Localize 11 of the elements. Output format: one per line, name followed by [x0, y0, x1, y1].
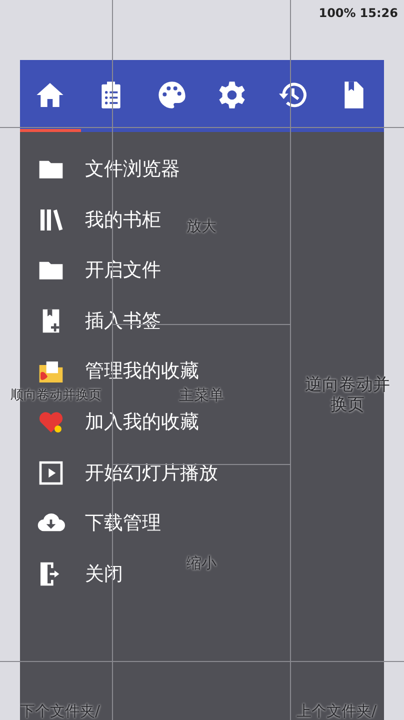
clock: 15:26: [360, 5, 398, 22]
zone-label: 主菜单: [179, 386, 224, 404]
menu-item[interactable]: 我的书柜: [33, 206, 165, 234]
menu-item[interactable]: 下载管理: [33, 509, 165, 538]
zone-label: 下个文件夹/: [20, 702, 100, 720]
zone-label: 缩小: [186, 554, 216, 572]
zone-label: 放大: [186, 217, 216, 235]
zone-label: 上个文件夹/: [296, 702, 377, 720]
battery-level: 100%: [318, 5, 356, 22]
play-box-icon: [37, 458, 65, 487]
palette-icon: [156, 78, 188, 110]
